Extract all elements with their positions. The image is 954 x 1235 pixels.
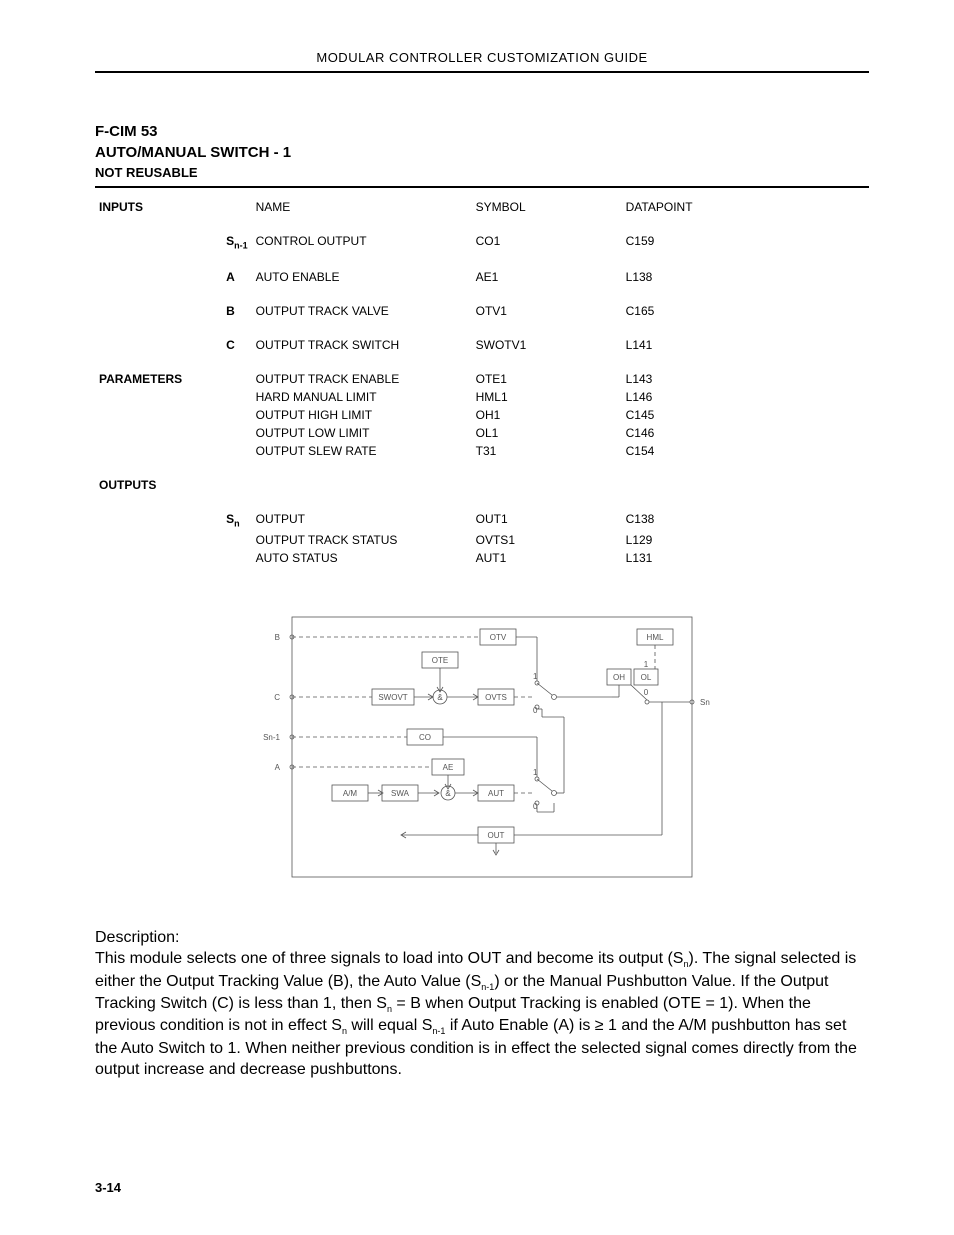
section-inputs: INPUTS — [95, 198, 186, 216]
table-row: OUTPUTS — [95, 476, 869, 494]
title-line-3: NOT REUSABLE — [95, 165, 869, 180]
table-row: OUTPUT SLEW RATE T31 C154 — [95, 442, 869, 460]
svg-text:OUT: OUT — [488, 831, 505, 840]
cell-name: OUTPUT TRACK VALVE — [252, 302, 472, 320]
header-rule — [95, 71, 869, 73]
svg-text:AUT: AUT — [488, 789, 504, 798]
table-row: OUTPUT TRACK STATUS OVTS1 L129 — [95, 531, 869, 549]
svg-text:B: B — [275, 633, 280, 642]
table-row: Sn-1 CONTROL OUTPUT CO1 C159 — [95, 232, 869, 252]
svg-text:CO: CO — [419, 733, 431, 742]
title-rule — [95, 186, 869, 188]
cell-symbol: OUT1 — [472, 510, 622, 530]
output-label: S — [226, 512, 234, 526]
svg-text:OL: OL — [641, 673, 652, 682]
cell-datapoint: L131 — [622, 549, 869, 567]
cell-name: OUTPUT HIGH LIMIT — [252, 406, 472, 424]
col-datapoint: DATAPOINT — [622, 198, 869, 216]
cell-name: OUTPUT LOW LIMIT — [252, 424, 472, 442]
table-header-row: INPUTS NAME SYMBOL DATAPOINT — [95, 198, 869, 216]
svg-text:A: A — [275, 763, 281, 772]
input-label: B — [226, 304, 235, 318]
cell-symbol: HML1 — [472, 388, 622, 406]
description-block: Description: This module selects one of … — [95, 927, 869, 1081]
title-line-2: AUTO/MANUAL SWITCH - 1 — [95, 144, 869, 161]
cell-datapoint: C146 — [622, 424, 869, 442]
cell-symbol: OL1 — [472, 424, 622, 442]
section-parameters: PARAMETERS — [95, 370, 186, 388]
cell-datapoint: L143 — [622, 370, 869, 388]
title-block: F-CIM 53 AUTO/MANUAL SWITCH - 1 NOT REUS… — [95, 123, 869, 180]
cell-symbol: AE1 — [472, 268, 622, 286]
table-row: AUTO STATUS AUT1 L131 — [95, 549, 869, 567]
table-row: OUTPUT HIGH LIMIT OH1 C145 — [95, 406, 869, 424]
input-label: A — [226, 270, 235, 284]
svg-text:A/M: A/M — [343, 789, 358, 798]
cell-datapoint: C138 — [622, 510, 869, 530]
description-label: Description: — [95, 927, 869, 949]
section-outputs: OUTPUTS — [95, 476, 186, 494]
cell-name: OUTPUT SLEW RATE — [252, 442, 472, 460]
cell-datapoint: C145 — [622, 406, 869, 424]
table-row: OUTPUT LOW LIMIT OL1 C146 — [95, 424, 869, 442]
cell-datapoint: L146 — [622, 388, 869, 406]
svg-text:Sn-1: Sn-1 — [263, 733, 280, 742]
cell-symbol: OTV1 — [472, 302, 622, 320]
cell-datapoint: C154 — [622, 442, 869, 460]
cell-name: OUTPUT — [252, 510, 472, 530]
table-row: B OUTPUT TRACK VALVE OTV1 C165 — [95, 302, 869, 320]
svg-text:1: 1 — [644, 660, 649, 669]
cell-symbol: T31 — [472, 442, 622, 460]
page-number: 3-14 — [95, 1180, 121, 1195]
cell-name: OUTPUT TRACK STATUS — [252, 531, 472, 549]
cell-symbol: OH1 — [472, 406, 622, 424]
svg-text:SWA: SWA — [391, 789, 410, 798]
input-label-sub: n-1 — [234, 240, 248, 250]
svg-text:OVTS: OVTS — [485, 693, 507, 702]
cell-datapoint: C165 — [622, 302, 869, 320]
svg-text:&: & — [445, 789, 451, 798]
svg-text:OTE: OTE — [432, 656, 448, 665]
table-row: HARD MANUAL LIMIT HML1 L146 — [95, 388, 869, 406]
col-symbol: SYMBOL — [472, 198, 622, 216]
cell-datapoint: C159 — [622, 232, 869, 252]
spec-table: INPUTS NAME SYMBOL DATAPOINT Sn-1 CONTRO… — [95, 198, 869, 567]
cell-name: OUTPUT TRACK ENABLE — [252, 370, 472, 388]
svg-text:Sn: Sn — [700, 698, 710, 707]
svg-text:&: & — [437, 693, 443, 702]
svg-text:HML: HML — [647, 633, 664, 642]
title-line-1: F-CIM 53 — [95, 123, 869, 140]
running-head: MODULAR CONTROLLER CUSTOMIZATION GUIDE — [95, 50, 869, 65]
table-row: C OUTPUT TRACK SWITCH SWOTV1 L141 — [95, 336, 869, 354]
svg-text:AE: AE — [443, 763, 454, 772]
svg-text:0: 0 — [644, 688, 649, 697]
cell-name: CONTROL OUTPUT — [252, 232, 472, 252]
svg-text:0: 0 — [533, 706, 538, 715]
svg-text:C: C — [274, 693, 280, 702]
cell-symbol: OTE1 — [472, 370, 622, 388]
cell-symbol: SWOTV1 — [472, 336, 622, 354]
table-row: Sn OUTPUT OUT1 C138 — [95, 510, 869, 530]
cell-symbol: OVTS1 — [472, 531, 622, 549]
svg-text:OH: OH — [613, 673, 625, 682]
cell-datapoint: L129 — [622, 531, 869, 549]
input-label: C — [226, 338, 235, 352]
table-row: PARAMETERS OUTPUT TRACK ENABLE OTE1 L143 — [95, 370, 869, 388]
cell-name: HARD MANUAL LIMIT — [252, 388, 472, 406]
table-row: A AUTO ENABLE AE1 L138 — [95, 268, 869, 286]
description-text: This module selects one of three signals… — [95, 948, 869, 1081]
col-name: NAME — [252, 198, 472, 216]
svg-text:SWOVT: SWOVT — [378, 693, 407, 702]
svg-text:OTV: OTV — [490, 633, 507, 642]
input-label: S — [226, 234, 234, 248]
cell-symbol: CO1 — [472, 232, 622, 252]
cell-name: AUTO STATUS — [252, 549, 472, 567]
cell-symbol: AUT1 — [472, 549, 622, 567]
cell-name: AUTO ENABLE — [252, 268, 472, 286]
cell-datapoint: L141 — [622, 336, 869, 354]
block-diagram: B C Sn-1 A Sn OTV OTE SWOVT & OVTS 1 0 C… — [252, 607, 712, 887]
cell-name: OUTPUT TRACK SWITCH — [252, 336, 472, 354]
cell-datapoint: L138 — [622, 268, 869, 286]
output-label-sub: n — [234, 519, 240, 529]
